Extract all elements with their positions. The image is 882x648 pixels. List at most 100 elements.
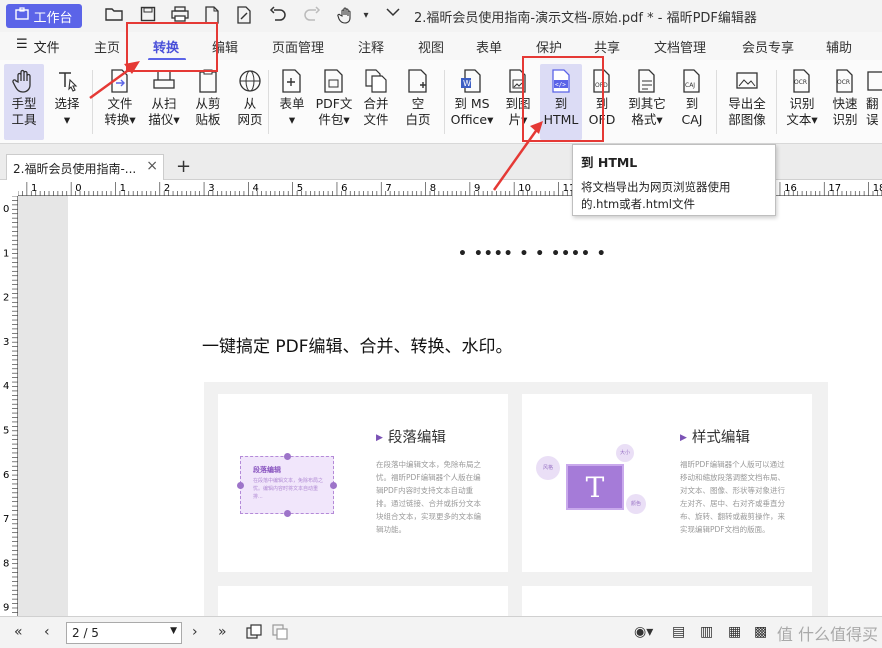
ruler-label: 8 (430, 183, 436, 194)
duplicate-page-icon[interactable] (272, 624, 288, 644)
resize-handle (237, 482, 244, 489)
to-caj-button[interactable]: CAJ 到 CAJ (672, 64, 712, 128)
ruler-label: 0 (75, 183, 81, 194)
card-title-paragraph: ▶ 段落编辑 (376, 426, 446, 447)
from-scanner-line2: 描仪▾ (148, 112, 180, 127)
document-title: 2.福昕会员使用指南-演示文档-原始.pdf * - 福昕PDF编辑器 (414, 11, 757, 26)
tab-protect[interactable]: 保护 (536, 37, 562, 56)
first-page-icon[interactable]: « (14, 624, 23, 640)
other-format-icon (638, 69, 655, 93)
ms-office-icon: W (461, 69, 481, 93)
ocr-icon: OCR (793, 69, 810, 93)
last-page-icon[interactable]: » (218, 624, 227, 640)
next-page-icon[interactable]: › (192, 624, 198, 640)
tab-page-management[interactable]: 页面管理 (272, 37, 324, 56)
card-body-paragraph: 在段落中编辑文本，免除布局之忧。福昕PDF编辑器个人版在编辑PDF内容时支持文本… (376, 460, 481, 534)
caj-icon: CAJ (683, 69, 700, 93)
blank-page-button[interactable]: 空 白页 (394, 64, 442, 128)
ruler-label: 6 (3, 470, 9, 481)
tab-home[interactable]: 主页 (94, 37, 120, 56)
edit-doc-icon[interactable] (234, 6, 254, 26)
ruler-label: 18 (873, 183, 882, 194)
mockup-text: 在段落中编辑文本，免除布局之忧。编辑内容时将文本自动重排... (253, 478, 324, 500)
select-line2: ▾ (63, 112, 71, 127)
to-other-format-line1: 到其它 (628, 96, 666, 111)
close-tab-icon[interactable]: × (146, 158, 158, 174)
quick-ocr-button[interactable]: OCR 快速 识别 (824, 64, 866, 128)
chevron-down-icon[interactable]: ▾ (356, 6, 376, 26)
style-letter-mockup: T (566, 464, 624, 510)
ruler-label: 8 (3, 558, 9, 569)
export-all-images-button[interactable]: 导出全 部图像 (722, 64, 772, 128)
ruler-label: 7 (385, 183, 391, 194)
file-menu[interactable]: ☰ 文件 (16, 37, 60, 56)
form-line1: 表单 (279, 96, 305, 111)
globe-icon (239, 70, 261, 92)
feature-card-paragraph: 段落编辑 在段落中编辑文本，免除布局之忧。编辑内容时将文本自动重排... ▶ 段落… (218, 394, 508, 572)
to-other-format-button[interactable]: 到其它 格式▾ (622, 64, 672, 128)
merge-files-button[interactable]: 合并 文件 (352, 64, 400, 128)
ruler-label: 7 (3, 514, 9, 525)
export-all-images-line1: 导出全 (728, 96, 766, 111)
ruler-label: 2 (164, 183, 170, 194)
hand-tool-button[interactable]: 手型 工具 (4, 64, 44, 140)
translate-line1: 翻 (866, 96, 879, 111)
eye-view-icon[interactable]: ◉▾ (634, 624, 653, 640)
tab-view[interactable]: 视图 (418, 37, 444, 56)
two-page-icon[interactable]: ▦ (728, 624, 741, 640)
resize-handle (330, 482, 337, 489)
prev-page-icon[interactable]: ‹ (44, 624, 50, 640)
workbench-button[interactable]: 工作台 (6, 4, 82, 28)
from-clipboard-button[interactable]: 从剪 贴板 (184, 64, 232, 128)
continuous-page-icon[interactable]: ▥ (700, 624, 713, 640)
tab-annotation[interactable]: 注释 (358, 37, 384, 56)
to-ms-office-button[interactable]: W 到 MS Office▾ (448, 64, 496, 128)
from-web-button[interactable]: 从 网页 (226, 64, 274, 128)
hand-tool-quick-icon[interactable] (336, 6, 356, 26)
translate-button[interactable]: 翻 误 (866, 64, 882, 128)
quick-ocr-line2: 识别 (832, 112, 858, 127)
watermark-text: 值 什么值得买 (776, 625, 878, 644)
size-tag-bubble: 大小 (616, 444, 634, 462)
style-tag-bubble: 风格 (536, 456, 560, 480)
ruler-label: 1 (3, 248, 9, 259)
color-tag-bubble: 颜色 (626, 494, 646, 514)
tab-assist[interactable]: 辅助 (826, 37, 852, 56)
tab-member[interactable]: 会员专享 (742, 37, 794, 56)
ruler-label: 9 (474, 183, 480, 194)
pdf-portfolio-button[interactable]: PDF文 件包▾ (310, 64, 358, 128)
two-page-continuous-icon[interactable]: ▩ (754, 624, 767, 640)
new-tab-button[interactable]: + (176, 156, 191, 177)
copy-page-icon[interactable] (246, 624, 262, 644)
ocr-text-button[interactable]: OCR 识别 文本▾ (780, 64, 824, 128)
from-web-line2: 网页 (237, 112, 263, 127)
tab-share[interactable]: 共享 (594, 37, 620, 56)
to-html-tooltip: 到 HTML 将文档导出为网页浏览器使用的.htm或者.html文件 (572, 144, 776, 216)
file-convert-button[interactable]: 文件 转换▾ (96, 64, 144, 128)
page-number-field[interactable]: 2 / 5 ▼ (66, 622, 182, 644)
open-folder-icon[interactable] (104, 6, 124, 26)
title-dropdown-icon[interactable] (386, 6, 400, 21)
from-scanner-button[interactable]: 从扫 描仪▾ (140, 64, 188, 128)
single-page-icon[interactable]: ▤ (672, 624, 685, 640)
ruler-label: 17 (828, 183, 841, 194)
ruler-label: 1 (120, 183, 126, 194)
document-tab[interactable]: 2.福昕会员使用指南-... × (6, 154, 164, 180)
hand-icon (12, 69, 31, 93)
select-button[interactable]: 选择 ▾ (44, 64, 90, 128)
feature-card-row2-left (218, 586, 508, 616)
highlight-box-convert-tab (126, 22, 218, 72)
document-canvas[interactable]: • •••• • • •••• • 一键搞定 PDF编辑、合并、转换、水印。 段… (18, 196, 882, 616)
tab-form[interactable]: 表单 (476, 37, 502, 56)
export-images-icon (736, 72, 758, 89)
form-button[interactable]: 表单 ▾ (268, 64, 316, 128)
undo-icon[interactable] (268, 6, 288, 26)
paragraph-mockup: 段落编辑 在段落中编辑文本，免除布局之忧。编辑内容时将文本自动重排... (237, 453, 337, 517)
workbench-label: 工作台 (33, 10, 73, 26)
ribbon-separator (716, 70, 717, 134)
feature-card-style: 风格 大小 颜色 T ▶ 样式编辑 福昕PDF编辑器个人版可以通过移动和缩放段落调… (522, 394, 812, 572)
feature-panel: 段落编辑 在段落中编辑文本，免除布局之忧。编辑内容时将文本自动重排... ▶ 段落… (204, 382, 828, 616)
tab-document-management[interactable]: 文档管理 (654, 37, 706, 56)
redo-icon[interactable] (302, 6, 322, 26)
to-caj-line2: CAJ (681, 112, 703, 127)
